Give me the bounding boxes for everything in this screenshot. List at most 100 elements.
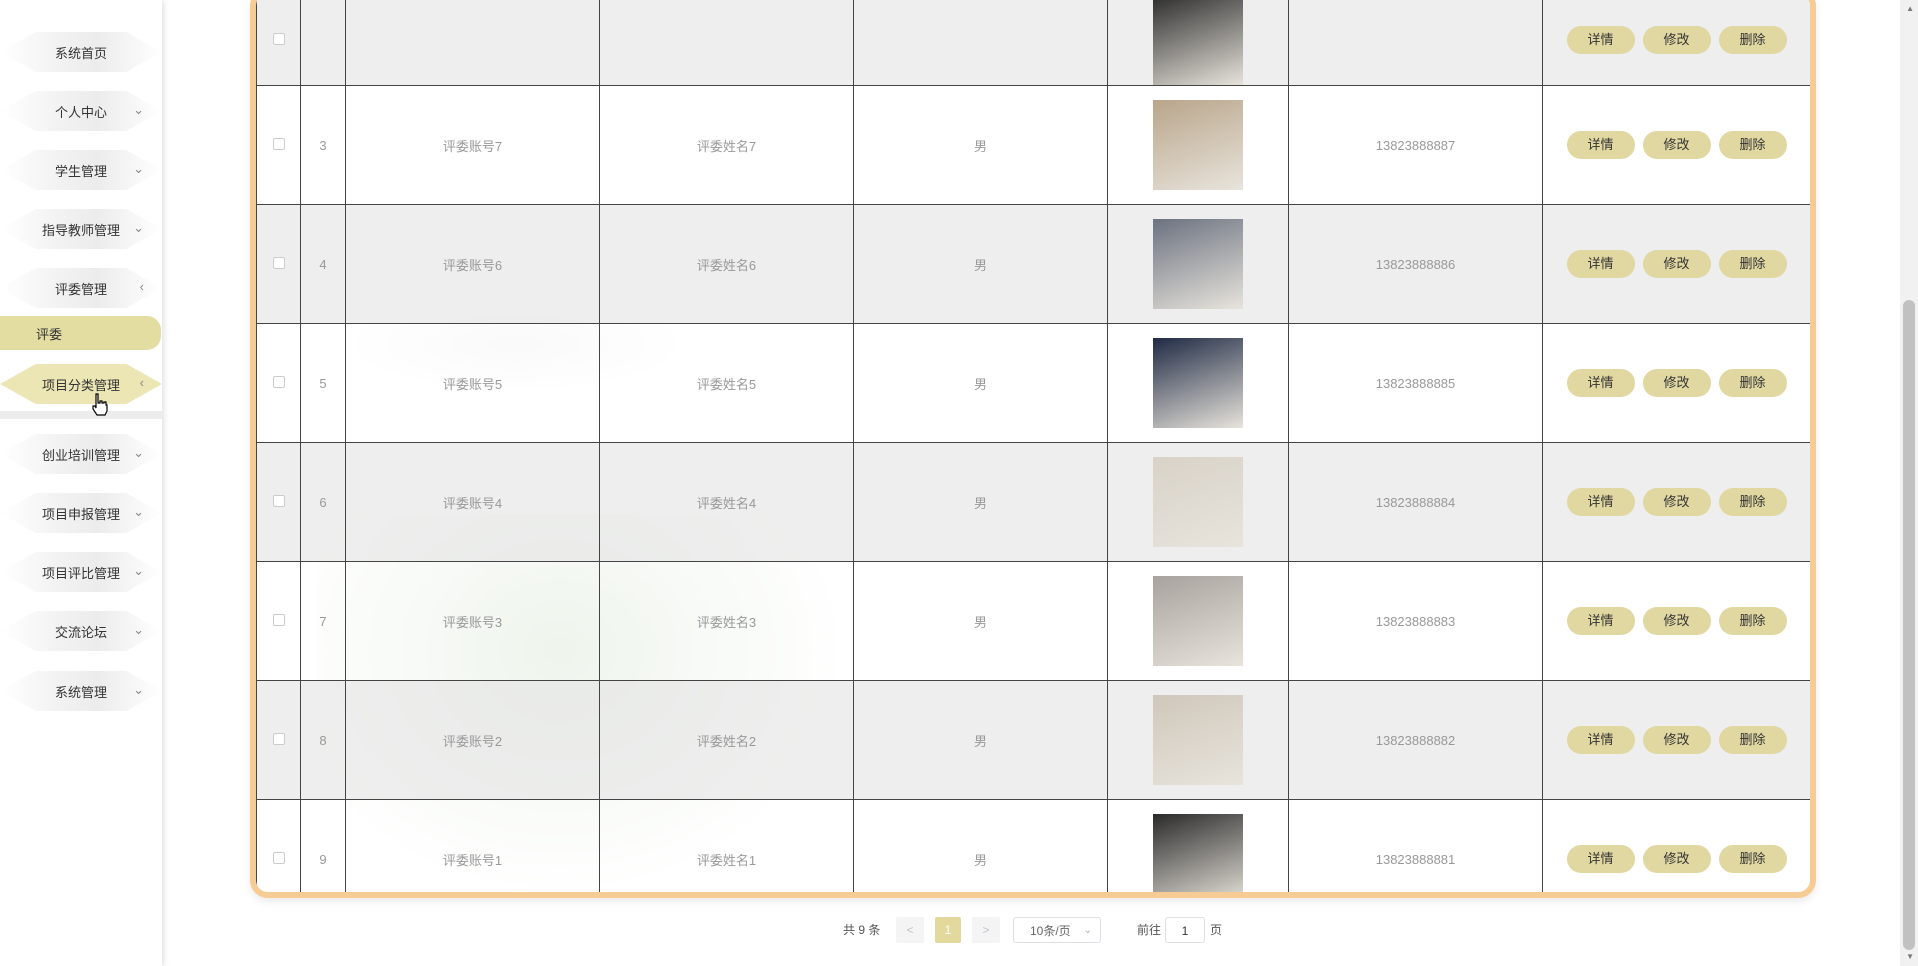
sidebar-item[interactable]: 项目分类管理 ‹ bbox=[0, 360, 162, 408]
table-row: 8 评委账号2 评委姓名2 男 13823888882 详情 修改 删除 bbox=[256, 680, 1810, 800]
sidebar-subitem-label: 评委 bbox=[36, 326, 63, 342]
delete-button[interactable]: 删除 bbox=[1718, 250, 1787, 278]
sidebar-item[interactable]: 交流论坛 ⌄ bbox=[0, 607, 162, 655]
sidebar-item[interactable]: 指导教师管理 ⌄ bbox=[0, 205, 162, 253]
actions-cell: 详情 修改 删除 bbox=[1542, 0, 1810, 86]
judge-photo bbox=[1153, 814, 1243, 892]
edit-button[interactable]: 修改 bbox=[1642, 845, 1711, 873]
table-row: 3 评委账号7 评委姓名7 男 13823888887 详情 修改 删除 bbox=[256, 85, 1810, 205]
detail-button[interactable]: 详情 bbox=[1566, 26, 1635, 54]
chevron-icon: ⌄ bbox=[133, 682, 144, 697]
detail-button[interactable]: 详情 bbox=[1566, 250, 1635, 278]
checkbox-cell bbox=[256, 680, 301, 800]
page-1-button[interactable]: 1 bbox=[935, 917, 961, 943]
next-page-button[interactable]: > bbox=[972, 917, 1000, 943]
phone-cell: 13823888883 bbox=[1288, 561, 1543, 681]
sidebar-item[interactable]: 系统首页 bbox=[0, 28, 162, 76]
gender-cell: 男 bbox=[853, 680, 1108, 800]
sidebar-item[interactable]: 个人中心 ⌄ bbox=[0, 87, 162, 135]
row-checkbox[interactable] bbox=[272, 851, 285, 864]
sidebar-item[interactable]: 评委管理 ‹ bbox=[0, 264, 162, 312]
delete-button[interactable]: 删除 bbox=[1718, 369, 1787, 397]
phone-cell: 13823888884 bbox=[1288, 442, 1543, 562]
scroll-down-icon[interactable]: ▼ bbox=[1906, 952, 1914, 961]
sidebar-item-label: 学生管理 bbox=[54, 163, 107, 179]
judges-table: 详情 修改 删除 3 评委账号7 评委姓名7 男 13823888887 详情 修改 删除 4 评委账号… bbox=[256, 0, 1810, 892]
table-row: 5 评委账号5 评委姓名5 男 13823888885 详情 修改 删除 bbox=[256, 323, 1810, 443]
detail-button[interactable]: 详情 bbox=[1566, 845, 1635, 873]
gender-cell: 男 bbox=[853, 204, 1108, 324]
judge-photo bbox=[1153, 0, 1243, 85]
sidebar-item[interactable]: 项目评比管理 ⌄ bbox=[0, 548, 162, 596]
sidebar-subitem-judge[interactable]: 评委 bbox=[0, 316, 161, 350]
goto-page-input[interactable]: 1 bbox=[1165, 917, 1205, 943]
row-checkbox[interactable] bbox=[272, 613, 285, 626]
row-checkbox[interactable] bbox=[272, 494, 285, 507]
nav-divider bbox=[0, 411, 162, 419]
detail-button[interactable]: 详情 bbox=[1566, 726, 1635, 754]
sidebar-item-label: 项目分类管理 bbox=[41, 377, 120, 393]
account-cell bbox=[345, 0, 600, 86]
phone-cell: 13823888881 bbox=[1288, 799, 1543, 892]
sidebar-item[interactable]: 系统管理 ⌄ bbox=[0, 667, 162, 715]
checkbox-cell bbox=[256, 561, 301, 681]
prev-page-button[interactable]: < bbox=[896, 917, 924, 943]
name-cell: 评委姓名5 bbox=[599, 323, 854, 443]
gender-cell: 男 bbox=[853, 799, 1108, 892]
index-cell: 7 bbox=[300, 561, 346, 681]
checkbox-cell bbox=[256, 323, 301, 443]
row-checkbox[interactable] bbox=[272, 137, 285, 150]
sidebar-item[interactable]: 项目申报管理 ⌄ bbox=[0, 489, 162, 537]
detail-button[interactable]: 详情 bbox=[1566, 369, 1635, 397]
photo-cell bbox=[1107, 85, 1289, 205]
chevron-down-icon: ⌄ bbox=[1083, 925, 1092, 936]
row-checkbox[interactable] bbox=[272, 32, 285, 45]
account-cell: 评委账号6 bbox=[345, 204, 600, 324]
name-cell bbox=[599, 0, 854, 86]
delete-button[interactable]: 删除 bbox=[1718, 488, 1787, 516]
delete-button[interactable]: 删除 bbox=[1718, 131, 1787, 159]
name-cell: 评委姓名7 bbox=[599, 85, 854, 205]
actions-cell: 详情 修改 删除 bbox=[1542, 323, 1810, 443]
edit-button[interactable]: 修改 bbox=[1642, 607, 1711, 635]
index-cell: 3 bbox=[300, 85, 346, 205]
detail-button[interactable]: 详情 bbox=[1566, 607, 1635, 635]
row-checkbox[interactable] bbox=[272, 256, 285, 269]
edit-button[interactable]: 修改 bbox=[1642, 726, 1711, 754]
row-checkbox[interactable] bbox=[272, 732, 285, 745]
page-suffix: 页 bbox=[1210, 923, 1223, 937]
delete-button[interactable]: 删除 bbox=[1718, 607, 1787, 635]
edit-button[interactable]: 修改 bbox=[1642, 250, 1711, 278]
account-cell: 评委账号2 bbox=[345, 680, 600, 800]
delete-button[interactable]: 删除 bbox=[1718, 26, 1787, 54]
delete-button[interactable]: 删除 bbox=[1718, 845, 1787, 873]
name-cell: 评委姓名4 bbox=[599, 442, 854, 562]
edit-button[interactable]: 修改 bbox=[1642, 26, 1711, 54]
index-cell: 8 bbox=[300, 680, 346, 800]
sidebar-item-label: 交流论坛 bbox=[54, 624, 107, 640]
delete-button[interactable]: 删除 bbox=[1718, 726, 1787, 754]
edit-button[interactable]: 修改 bbox=[1642, 488, 1711, 516]
vertical-scrollbar[interactable]: ▲ ▼ bbox=[1900, 0, 1918, 966]
account-cell: 评委账号1 bbox=[345, 799, 600, 892]
judge-photo bbox=[1153, 219, 1243, 309]
edit-button[interactable]: 修改 bbox=[1642, 369, 1711, 397]
photo-cell bbox=[1107, 0, 1289, 86]
sidebar-item[interactable]: 学生管理 ⌄ bbox=[0, 146, 162, 194]
page-size-select[interactable]: 10条/页 ⌄ bbox=[1013, 917, 1101, 943]
scroll-up-icon[interactable]: ▲ bbox=[1906, 4, 1914, 13]
sidebar-item[interactable]: 创业培训管理 ⌄ bbox=[0, 430, 162, 478]
pagination-total: 共 9 条 bbox=[843, 923, 881, 937]
judge-photo bbox=[1153, 457, 1243, 547]
gender-cell: 男 bbox=[853, 85, 1108, 205]
photo-cell bbox=[1107, 561, 1289, 681]
detail-button[interactable]: 详情 bbox=[1566, 131, 1635, 159]
row-checkbox[interactable] bbox=[272, 375, 285, 388]
edit-button[interactable]: 修改 bbox=[1642, 131, 1711, 159]
phone-cell: 13823888887 bbox=[1288, 85, 1543, 205]
gender-cell bbox=[853, 0, 1108, 86]
photo-cell bbox=[1107, 204, 1289, 324]
detail-button[interactable]: 详情 bbox=[1566, 488, 1635, 516]
scrollbar-thumb[interactable] bbox=[1903, 300, 1915, 950]
chevron-icon: ⌄ bbox=[133, 622, 144, 637]
